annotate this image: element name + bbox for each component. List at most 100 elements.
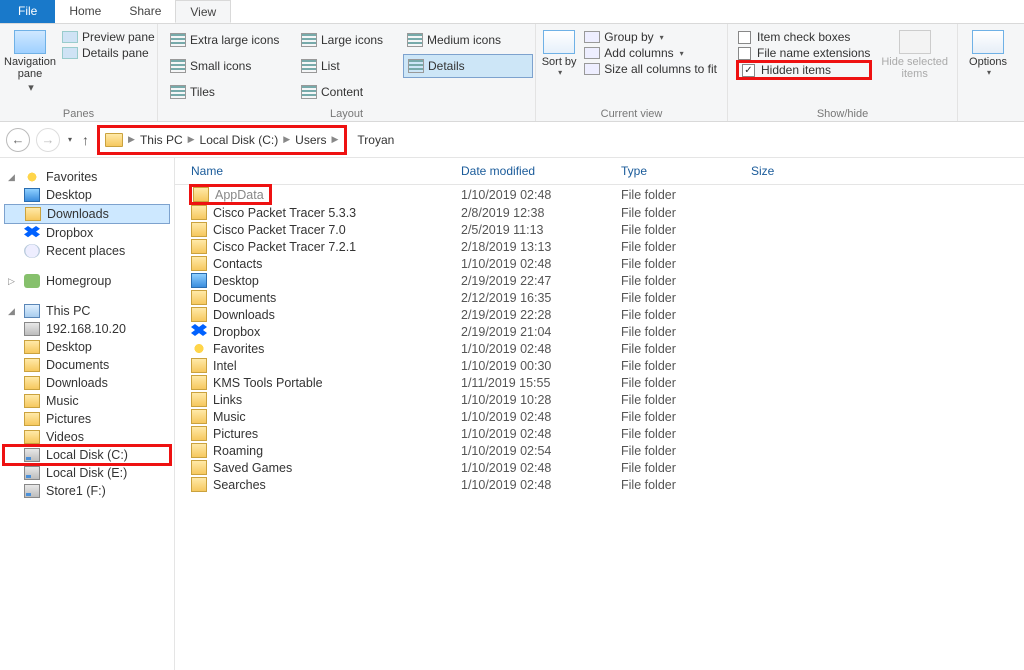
folder-icon bbox=[191, 460, 207, 475]
extra-large-icons-icon bbox=[170, 33, 186, 47]
back-button[interactable]: ← bbox=[6, 128, 30, 152]
navigation-pane-icon bbox=[14, 30, 46, 54]
file-row[interactable]: Documents2/12/2019 16:35File folder bbox=[181, 289, 1024, 306]
checkbox-icon bbox=[738, 31, 751, 44]
star-icon bbox=[24, 170, 40, 184]
folder-icon bbox=[24, 358, 40, 372]
up-button[interactable]: ↑ bbox=[78, 132, 93, 148]
homegroup-icon bbox=[24, 274, 40, 288]
file-row[interactable]: KMS Tools Portable1/11/2019 15:55File fo… bbox=[181, 374, 1024, 391]
file-type: File folder bbox=[621, 274, 751, 288]
file-row[interactable]: Roaming1/10/2019 02:54File folder bbox=[181, 442, 1024, 459]
file-row[interactable]: Favorites1/10/2019 02:48File folder bbox=[181, 340, 1024, 357]
sidebar-item-downloads[interactable]: Downloads bbox=[4, 204, 170, 224]
group-panes-label: Panes bbox=[4, 107, 153, 120]
sidebar-homegroup[interactable]: ▷Homegroup bbox=[4, 272, 170, 290]
breadcrumb-localdisk-c[interactable]: Local Disk (C:) bbox=[196, 133, 283, 147]
history-dropdown[interactable]: ▾ bbox=[68, 135, 72, 144]
file-row[interactable]: Intel1/10/2019 00:30File folder bbox=[181, 357, 1024, 374]
layout-extra-large-icons[interactable]: Extra large icons bbox=[166, 28, 291, 52]
tab-view[interactable]: View bbox=[175, 0, 231, 23]
sidebar-favorites[interactable]: ◢Favorites bbox=[4, 168, 170, 186]
tab-share[interactable]: Share bbox=[115, 0, 175, 23]
file-row[interactable]: Music1/10/2019 02:48File folder bbox=[181, 408, 1024, 425]
large-icons-icon bbox=[301, 33, 317, 47]
layout-large-icons[interactable]: Large icons bbox=[297, 28, 397, 52]
file-row[interactable]: Cisco Packet Tracer 7.02/5/2019 11:13Fil… bbox=[181, 221, 1024, 238]
breadcrumb-troyan[interactable]: Troyan bbox=[353, 133, 398, 147]
file-date: 1/10/2019 02:48 bbox=[461, 461, 621, 475]
hidden-items-toggle[interactable]: ✓Hidden items bbox=[738, 62, 870, 78]
breadcrumb-users[interactable]: Users bbox=[291, 133, 330, 147]
sidebar-item-dropbox[interactable]: Dropbox bbox=[4, 224, 170, 242]
videos-icon bbox=[24, 430, 40, 444]
folder-icon bbox=[191, 426, 207, 441]
breadcrumb[interactable]: ▶ This PC ▶ Local Disk (C:) ▶ Users ▶ bbox=[99, 127, 345, 153]
file-type: File folder bbox=[621, 461, 751, 475]
file-row[interactable]: Saved Games1/10/2019 02:48File folder bbox=[181, 459, 1024, 476]
file-row[interactable]: Dropbox2/19/2019 21:04File folder bbox=[181, 323, 1024, 340]
layout-details[interactable]: Details bbox=[403, 54, 533, 78]
file-row[interactable]: Searches1/10/2019 02:48File folder bbox=[181, 476, 1024, 493]
column-headers[interactable]: Name Date modified Type Size bbox=[175, 158, 1024, 185]
drive-icon bbox=[24, 466, 40, 480]
col-size[interactable]: Size bbox=[751, 164, 831, 178]
sidebar-item-localdisk-c[interactable]: Local Disk (C:) bbox=[4, 446, 170, 464]
list-icon bbox=[301, 59, 317, 73]
file-name: Searches bbox=[213, 478, 266, 492]
layout-content[interactable]: Content bbox=[297, 80, 397, 104]
file-row[interactable]: Cisco Packet Tracer 7.2.12/18/2019 13:13… bbox=[181, 238, 1024, 255]
sidebar-item-netdrive[interactable]: 192.168.10.20 bbox=[4, 320, 170, 338]
file-row[interactable]: Contacts1/10/2019 02:48File folder bbox=[181, 255, 1024, 272]
folder-icon bbox=[191, 290, 207, 305]
folder-icon bbox=[191, 273, 207, 288]
file-row[interactable]: Downloads2/19/2019 22:28File folder bbox=[181, 306, 1024, 323]
sidebar-item-pictures[interactable]: Pictures bbox=[4, 410, 170, 428]
item-checkboxes-toggle[interactable]: Item check boxes bbox=[738, 30, 870, 44]
file-name: Pictures bbox=[213, 427, 258, 441]
medium-icons-icon bbox=[407, 33, 423, 47]
layout-list[interactable]: List bbox=[297, 54, 397, 78]
file-row[interactable]: Cisco Packet Tracer 5.3.32/8/2019 12:38F… bbox=[181, 204, 1024, 221]
sort-icon bbox=[543, 30, 575, 54]
layout-tiles[interactable]: Tiles bbox=[166, 80, 291, 104]
file-name: Cisco Packet Tracer 5.3.3 bbox=[213, 206, 356, 220]
folder-icon bbox=[191, 239, 207, 254]
tab-file[interactable]: File bbox=[0, 0, 55, 23]
file-row[interactable]: Links1/10/2019 10:28File folder bbox=[181, 391, 1024, 408]
folder-icon bbox=[191, 409, 207, 424]
sidebar-item-videos[interactable]: Videos bbox=[4, 428, 170, 446]
sidebar-item-desktop[interactable]: Desktop bbox=[4, 186, 170, 204]
sidebar-item-recent[interactable]: Recent places bbox=[4, 242, 170, 260]
file-row[interactable]: Desktop2/19/2019 22:47File folder bbox=[181, 272, 1024, 289]
preview-pane-button[interactable]: Preview pane bbox=[62, 30, 155, 44]
sort-by-button[interactable]: Sort by ▾ bbox=[540, 26, 578, 107]
col-name[interactable]: Name bbox=[191, 164, 461, 178]
group-by-button[interactable]: Group by ▾ bbox=[584, 30, 717, 44]
file-row[interactable]: AppData1/10/2019 02:48File folder bbox=[181, 185, 1024, 204]
file-extensions-toggle[interactable]: File name extensions bbox=[738, 46, 870, 60]
sidebar-item-documents[interactable]: Documents bbox=[4, 356, 170, 374]
sidebar-item-store1-f[interactable]: Store1 (F:) bbox=[4, 482, 170, 500]
file-row[interactable]: Pictures1/10/2019 02:48File folder bbox=[181, 425, 1024, 442]
sidebar-thispc[interactable]: ◢This PC bbox=[4, 302, 170, 320]
layout-small-icons[interactable]: Small icons bbox=[166, 54, 291, 78]
file-date: 1/11/2019 15:55 bbox=[461, 376, 621, 390]
sidebar-item-music[interactable]: Music bbox=[4, 392, 170, 410]
add-columns-button[interactable]: Add columns ▾ bbox=[584, 46, 717, 60]
sort-by-label: Sort by bbox=[542, 56, 577, 68]
sidebar-item-desktop[interactable]: Desktop bbox=[4, 338, 170, 356]
options-button[interactable]: Options ▾ bbox=[962, 26, 1014, 119]
details-pane-button[interactable]: Details pane bbox=[62, 46, 155, 60]
col-type[interactable]: Type bbox=[621, 164, 751, 178]
file-list: Name Date modified Type Size AppData1/10… bbox=[175, 158, 1024, 670]
breadcrumb-thispc[interactable]: This PC bbox=[136, 133, 187, 147]
col-date[interactable]: Date modified bbox=[461, 164, 621, 178]
navigation-pane-button[interactable]: Navigation pane ▾ bbox=[4, 26, 56, 107]
tab-home[interactable]: Home bbox=[55, 0, 115, 23]
sidebar-item-downloads[interactable]: Downloads bbox=[4, 374, 170, 392]
file-type: File folder bbox=[621, 206, 751, 220]
size-columns-button[interactable]: Size all columns to fit bbox=[584, 62, 717, 76]
layout-medium-icons[interactable]: Medium icons bbox=[403, 28, 533, 52]
sidebar-item-localdisk-e[interactable]: Local Disk (E:) bbox=[4, 464, 170, 482]
